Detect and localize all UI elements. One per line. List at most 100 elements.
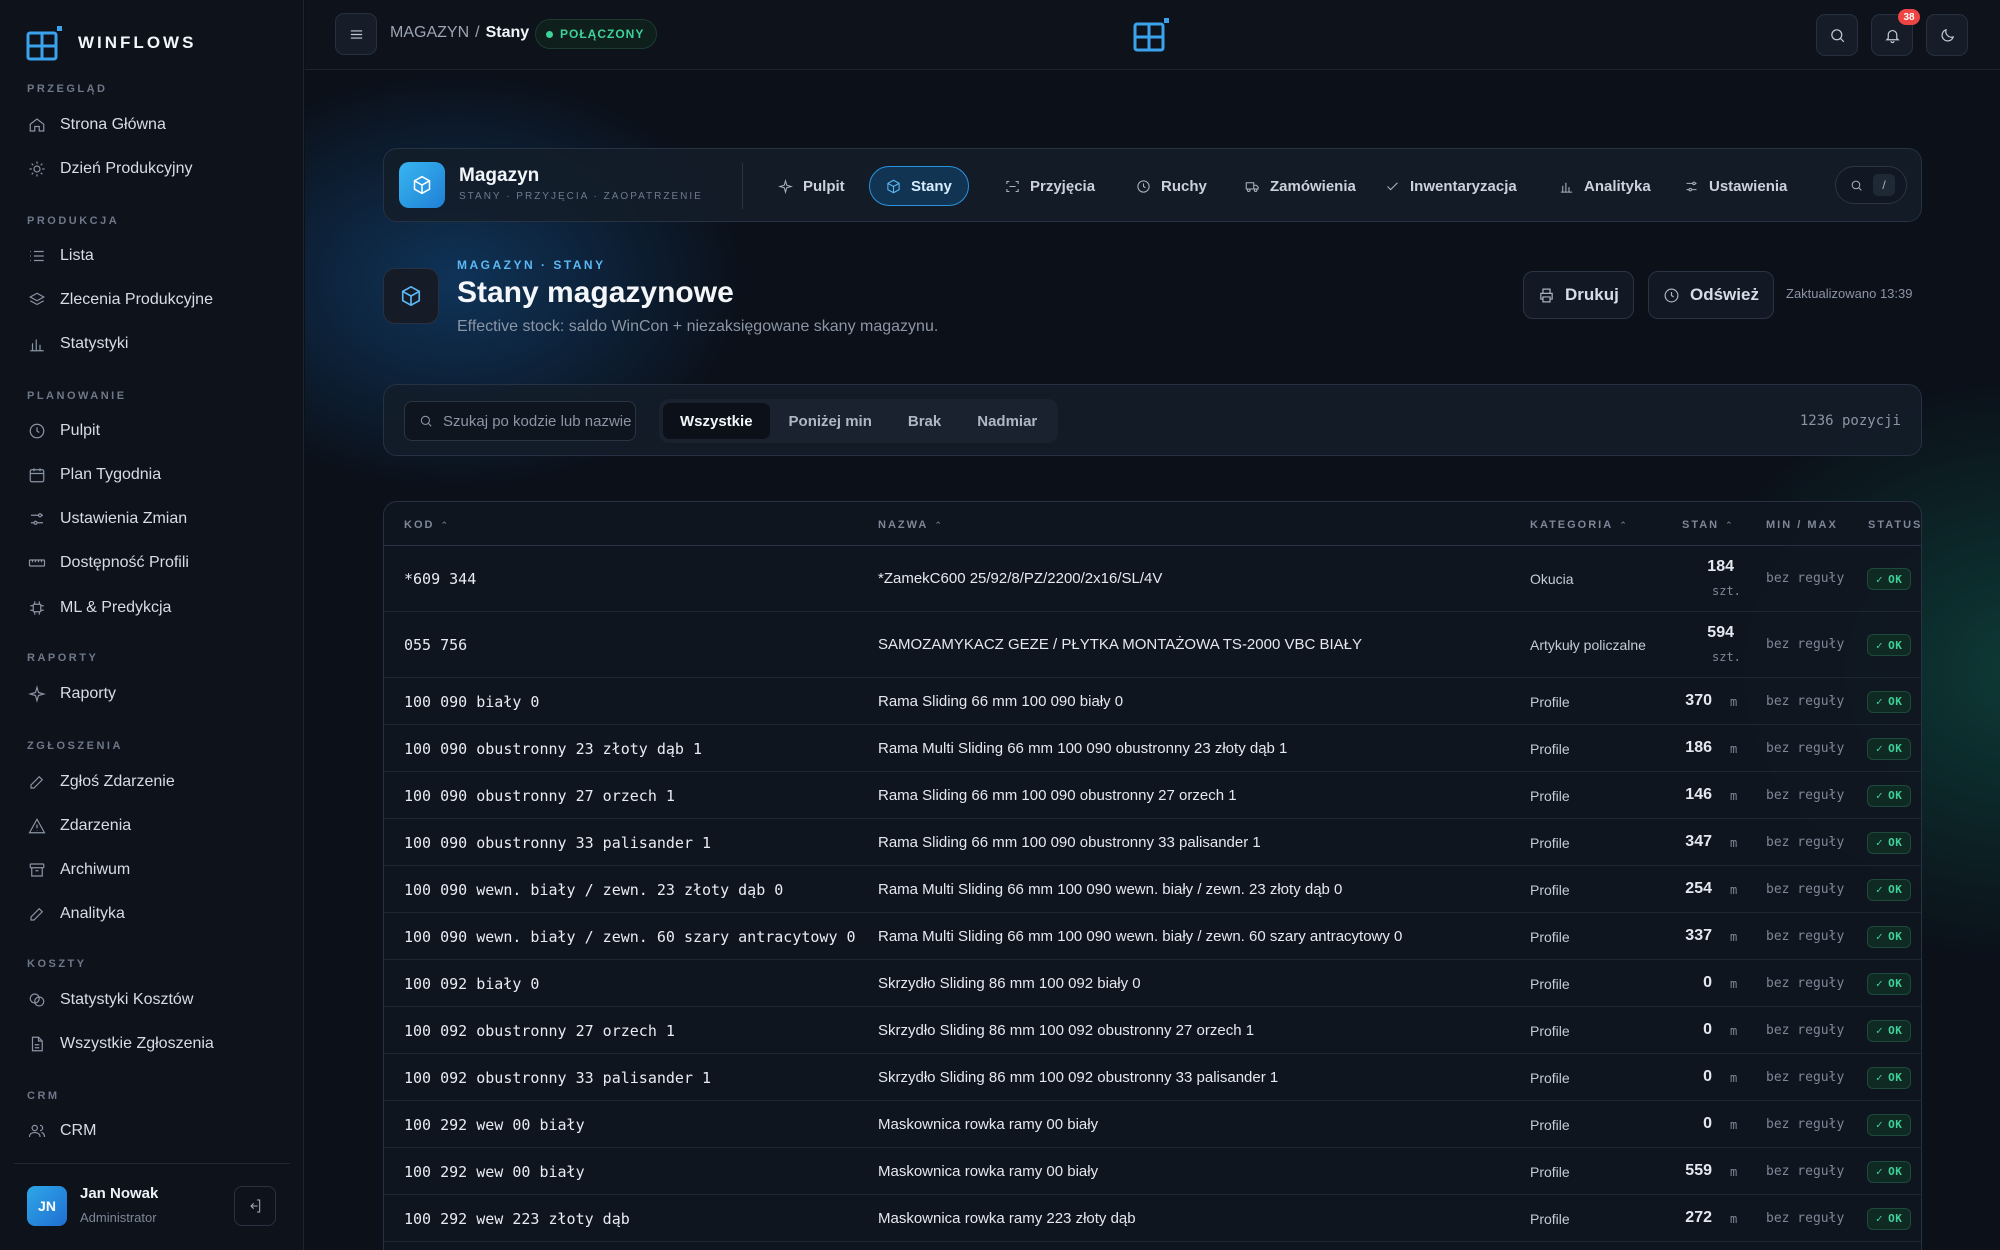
sidebar-item-cost-stats[interactable]: Statystyki Kosztów bbox=[14, 981, 290, 1019]
tab-pulpit[interactable]: Pulpit bbox=[762, 166, 861, 206]
sliders-icon bbox=[31, 513, 43, 525]
filter-excess[interactable]: Nadmiar bbox=[960, 403, 1054, 439]
column-header-name[interactable]: NAZWA ⌃ bbox=[878, 519, 944, 531]
column-header-stock[interactable]: STAN ⌃ bbox=[1682, 519, 1735, 531]
table-row[interactable]: 100 090 obustronny 33 palisander 1 Rama S… bbox=[384, 819, 1921, 866]
filter-missing[interactable]: Brak bbox=[891, 403, 958, 439]
search-input[interactable] bbox=[443, 412, 633, 430]
sidebar-item-label: Dzień Produkcyjny bbox=[60, 160, 193, 177]
logout-button[interactable] bbox=[234, 1186, 276, 1226]
pen-icon bbox=[30, 907, 44, 921]
table-row[interactable]: 100 292 wew 00 biały Maskownica rowka ram… bbox=[384, 1101, 1921, 1148]
table-row[interactable]: 100 090 biały 0 Rama Sliding 66 mm 100 09… bbox=[384, 678, 1921, 725]
sidebar-item-crm[interactable]: CRM bbox=[14, 1112, 290, 1150]
sidebar-item-production-day[interactable]: Dzień Produkcyjny bbox=[14, 150, 290, 188]
sidebar-item-archive[interactable]: Archiwum bbox=[14, 851, 290, 889]
sidebar-item-report-incident[interactable]: Zgłoś Zdarzenie bbox=[14, 763, 290, 801]
cell-minmax: bez reguły bbox=[1766, 881, 1845, 897]
status-badge: ✓ OK bbox=[1867, 568, 1912, 590]
bar-chart-icon bbox=[30, 339, 44, 352]
notifications-count-badge: 38 bbox=[1898, 9, 1920, 25]
sidebar-item-reports[interactable]: Raporty bbox=[14, 675, 290, 713]
notifications-button[interactable]: 38 bbox=[1871, 9, 1920, 56]
cell-stock-unit: m bbox=[1730, 835, 1738, 850]
sidebar-item-shift-settings[interactable]: Ustawienia Zmian bbox=[14, 500, 290, 538]
sort-icon: ⌃ bbox=[1725, 519, 1735, 530]
table-row[interactable]: 100 090 obustronny 23 złoty dąb 1 Rama Mu… bbox=[384, 725, 1921, 772]
search-icon bbox=[1851, 180, 1862, 191]
sidebar-item-stats[interactable]: Statystyki bbox=[14, 325, 290, 363]
table-row[interactable]: 100 092 biały 0 Skrzydło Sliding 86 mm 10… bbox=[384, 960, 1921, 1007]
table-header: KOD ⌃ NAZWA ⌃ KATEGORIA ⌃ STAN ⌃ MIN / MAX S… bbox=[384, 502, 1921, 546]
table-row[interactable]: 055 756 SAMOZAMYKACZ GEZE / PŁYTKA MONTAŻ… bbox=[384, 612, 1921, 678]
tab-inwentaryzacja[interactable]: Inwentaryzacja bbox=[1369, 166, 1533, 206]
table-row[interactable]: 100 092 obustronny 27 orzech 1 Skrzydło S… bbox=[384, 1007, 1921, 1054]
cell-minmax: bez reguły bbox=[1766, 975, 1845, 991]
table-row[interactable]: *609 344 *ZamekC600 25/92/8/PZ/2200/2x16/… bbox=[384, 546, 1921, 612]
menu-toggle-button[interactable] bbox=[335, 13, 377, 55]
sidebar-item-home[interactable]: Strona Główna bbox=[14, 106, 290, 144]
print-button[interactable]: Drukuj bbox=[1523, 271, 1634, 319]
sidebar-item-list[interactable]: Lista bbox=[14, 237, 290, 275]
status-label: OK bbox=[1888, 742, 1903, 755]
sidebar-item-profile-availability[interactable]: Dostępność Profili bbox=[14, 544, 290, 582]
clock-icon bbox=[1137, 179, 1150, 193]
avatar[interactable]: JN bbox=[27, 1186, 67, 1226]
sidebar-item-label: Dostępność Profili bbox=[60, 554, 189, 571]
filter-below-min[interactable]: Poniżej min bbox=[772, 403, 889, 439]
theme-toggle-button[interactable] bbox=[1926, 14, 1968, 56]
cell-code: 100 092 biały 0 bbox=[404, 974, 540, 993]
users-icon bbox=[28, 1124, 46, 1138]
sidebar-item-orders[interactable]: Zlecenia Produkcyjne bbox=[14, 281, 290, 319]
cell-stock-qty: 0 bbox=[1703, 1020, 1712, 1038]
status-label: OK bbox=[1888, 930, 1903, 943]
module-search-button[interactable]: / bbox=[1835, 166, 1907, 204]
cell-minmax: bez reguły bbox=[1766, 1163, 1845, 1179]
tab-ustawienia[interactable]: Ustawienia bbox=[1668, 166, 1803, 206]
refresh-button[interactable]: Odśwież bbox=[1648, 271, 1774, 319]
tab-label: Przyjęcia bbox=[1030, 177, 1096, 195]
check-icon: ✓ bbox=[1876, 1212, 1884, 1225]
filter-all[interactable]: Wszystkie bbox=[663, 403, 770, 439]
check-icon: ✓ bbox=[1876, 930, 1884, 943]
cell-code: 100 090 wewn. biały / zewn. 60 szary ant… bbox=[404, 927, 856, 946]
table-row[interactable]: 100 092 obustronny 33 palisander 1 Skrzyd… bbox=[384, 1054, 1921, 1101]
table-row[interactable]: 100 090 obustronny 27 orzech 1 Rama Slidi… bbox=[384, 772, 1921, 819]
column-header-category[interactable]: KATEGORIA ⌃ bbox=[1530, 519, 1629, 531]
table-row[interactable]: 100 090 wewn. biały / zewn. 23 złoty dąb… bbox=[384, 866, 1921, 913]
center-logo-icon[interactable] bbox=[1133, 18, 1171, 52]
sidebar-item-all-reports[interactable]: Wszystkie Zgłoszenia bbox=[14, 1025, 290, 1063]
logout-icon bbox=[250, 1199, 261, 1213]
sidebar-item-ml[interactable]: ML & Predykcja bbox=[14, 589, 290, 627]
tab-przyjecia[interactable]: Przyjęcia bbox=[989, 166, 1111, 206]
search-button[interactable] bbox=[1816, 14, 1858, 56]
cell-category: Profile bbox=[1530, 1022, 1570, 1039]
sidebar-item-label: Pulpit bbox=[60, 422, 101, 439]
search-field[interactable] bbox=[404, 401, 636, 441]
brand[interactable]: WINFLOWS bbox=[26, 24, 196, 62]
clock-icon bbox=[29, 423, 45, 439]
sidebar-item-week-plan[interactable]: Plan Tygodnia bbox=[14, 456, 290, 494]
table-row[interactable]: 100 292 wew 223 złoty dąb Maskownica rowk… bbox=[384, 1195, 1921, 1242]
tab-analityka[interactable]: Analityka bbox=[1543, 166, 1667, 206]
cell-code: 100 090 wewn. biały / zewn. 23 złoty dąb… bbox=[404, 880, 784, 899]
tab-zamowienia[interactable]: Zamówienia bbox=[1229, 166, 1372, 206]
user-role: Administrator bbox=[80, 1210, 157, 1225]
sidebar-item-incidents[interactable]: Zdarzenia bbox=[14, 807, 290, 845]
sidebar-item-label: Statystyki bbox=[60, 335, 129, 352]
check-icon: ✓ bbox=[1876, 742, 1884, 755]
cell-category: Profile bbox=[1530, 834, 1570, 851]
divider bbox=[742, 163, 743, 209]
tab-ruchy[interactable]: Ruchy bbox=[1120, 166, 1223, 206]
breadcrumb-root[interactable]: MAGAZYN bbox=[390, 24, 469, 42]
table-row[interactable]: 100 292 wew 00 biały Maskownica rowka ram… bbox=[384, 1148, 1921, 1195]
sidebar-item-dashboard[interactable]: Pulpit bbox=[14, 412, 290, 450]
scan-icon bbox=[1006, 180, 1019, 192]
result-count: 1236 pozycji bbox=[1799, 413, 1901, 429]
sidebar-item-analytics[interactable]: Analityka bbox=[14, 895, 290, 933]
column-header-code[interactable]: KOD ⌃ bbox=[404, 519, 450, 531]
user-block: JN Jan Nowak Administrator bbox=[14, 1163, 290, 1247]
check-icon bbox=[1387, 181, 1398, 190]
table-row[interactable]: 100 090 wewn. biały / zewn. 60 szary ant… bbox=[384, 913, 1921, 960]
tab-stany[interactable]: Stany bbox=[869, 166, 969, 206]
